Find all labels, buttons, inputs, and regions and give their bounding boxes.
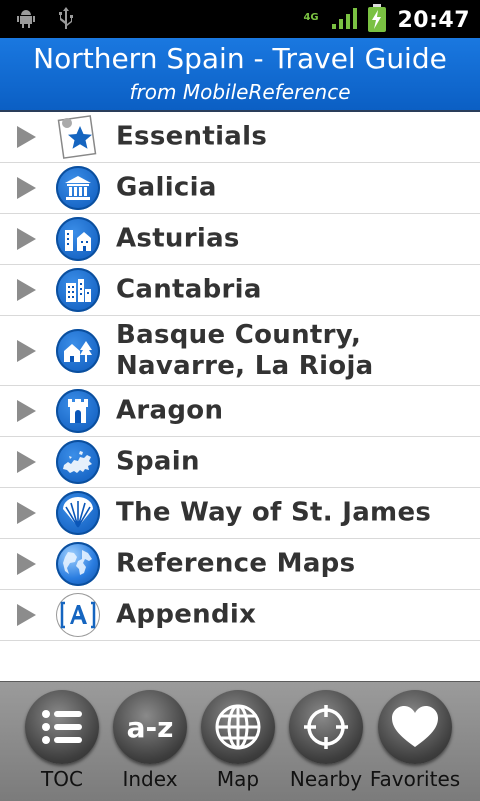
app-header: Northern Spain - Travel Guide from Mobil… <box>0 38 480 110</box>
page-subtitle: from MobileReference <box>129 80 351 104</box>
battery-charging-icon <box>367 4 387 36</box>
expand-arrow-icon <box>17 502 36 524</box>
toc-item-asturias[interactable]: Asturias <box>0 214 480 265</box>
house-tree-icon <box>56 328 100 373</box>
status-time: 20:47 <box>397 7 470 33</box>
expand-arrow-icon <box>17 279 36 301</box>
toc-item-label: Asturias <box>116 223 240 254</box>
toc-item-basque-country[interactable]: Basque Country, Navarre, La Rioja <box>0 316 480 386</box>
town-icon <box>56 217 100 261</box>
bracket-a-icon <box>56 593 100 637</box>
tab-toc[interactable]: TOC <box>17 682 107 801</box>
tab-index[interactable]: a-z Index <box>105 682 195 801</box>
toc-list: Essentials Galicia Asturias Cantabria Ba… <box>0 112 480 641</box>
android-icon <box>14 6 38 36</box>
status-bar: 4G 20:47 <box>0 0 480 38</box>
toc-item-label: Reference Maps <box>116 548 356 579</box>
scallop-shell-icon <box>56 491 100 535</box>
usb-icon <box>56 6 76 36</box>
expand-arrow-icon <box>17 553 36 575</box>
tab-map[interactable]: Map <box>193 682 283 801</box>
toc-item-label: Appendix <box>116 599 257 630</box>
toc-item-appendix[interactable]: Appendix <box>0 590 480 641</box>
crosshair-icon <box>289 690 363 764</box>
globe-icon <box>56 542 100 586</box>
expand-arrow-icon <box>17 177 36 199</box>
expand-arrow-icon <box>17 604 36 626</box>
toc-item-reference-maps[interactable]: Reference Maps <box>0 539 480 590</box>
europe-map-icon <box>56 440 100 484</box>
expand-arrow-icon <box>17 126 36 148</box>
signal-icon <box>331 6 358 34</box>
castle-tower-icon <box>56 389 100 433</box>
expand-arrow-icon <box>17 339 36 362</box>
heart-icon <box>378 690 452 764</box>
toc-item-way-of-st-james[interactable]: The Way of St. James <box>0 488 480 539</box>
a-z-icon: a-z <box>113 690 187 764</box>
buildings-icon <box>56 268 100 312</box>
bottom-tab-bar: TOC a-z Index Map Nearby Favorites <box>0 681 480 801</box>
toc-item-essentials[interactable]: Essentials <box>0 112 480 163</box>
expand-arrow-icon <box>17 451 36 473</box>
expand-arrow-icon <box>17 400 36 422</box>
star-page-icon <box>56 115 100 159</box>
page-title: Northern Spain - Travel Guide <box>33 42 447 75</box>
tab-nearby[interactable]: Nearby <box>281 682 371 801</box>
toc-item-label: Essentials <box>116 121 268 152</box>
expand-arrow-icon <box>17 228 36 250</box>
toc-item-label: Spain <box>116 446 200 477</box>
toc-item-label: Cantabria <box>116 274 262 305</box>
toc-item-label: The Way of St. James <box>116 497 432 528</box>
museum-icon <box>56 166 100 210</box>
toc-item-label: Aragon <box>116 395 224 426</box>
toc-item-cantabria[interactable]: Cantabria <box>0 265 480 316</box>
a-z-glyph: a-z <box>126 710 174 744</box>
network-label: 4G <box>303 12 319 23</box>
list-icon <box>25 690 99 764</box>
toc-item-galicia[interactable]: Galicia <box>0 163 480 214</box>
toc-item-label: Galicia <box>116 172 217 203</box>
globe-grid-icon <box>201 690 275 764</box>
tab-favorites[interactable]: Favorites <box>370 682 460 801</box>
tab-label: Favorites <box>369 767 461 791</box>
toc-item-spain[interactable]: Spain <box>0 437 480 488</box>
toc-item-aragon[interactable]: Aragon <box>0 386 480 437</box>
network-4g-icon: 4G <box>303 6 321 34</box>
toc-item-label: Basque Country, Navarre, La Rioja <box>116 319 374 381</box>
